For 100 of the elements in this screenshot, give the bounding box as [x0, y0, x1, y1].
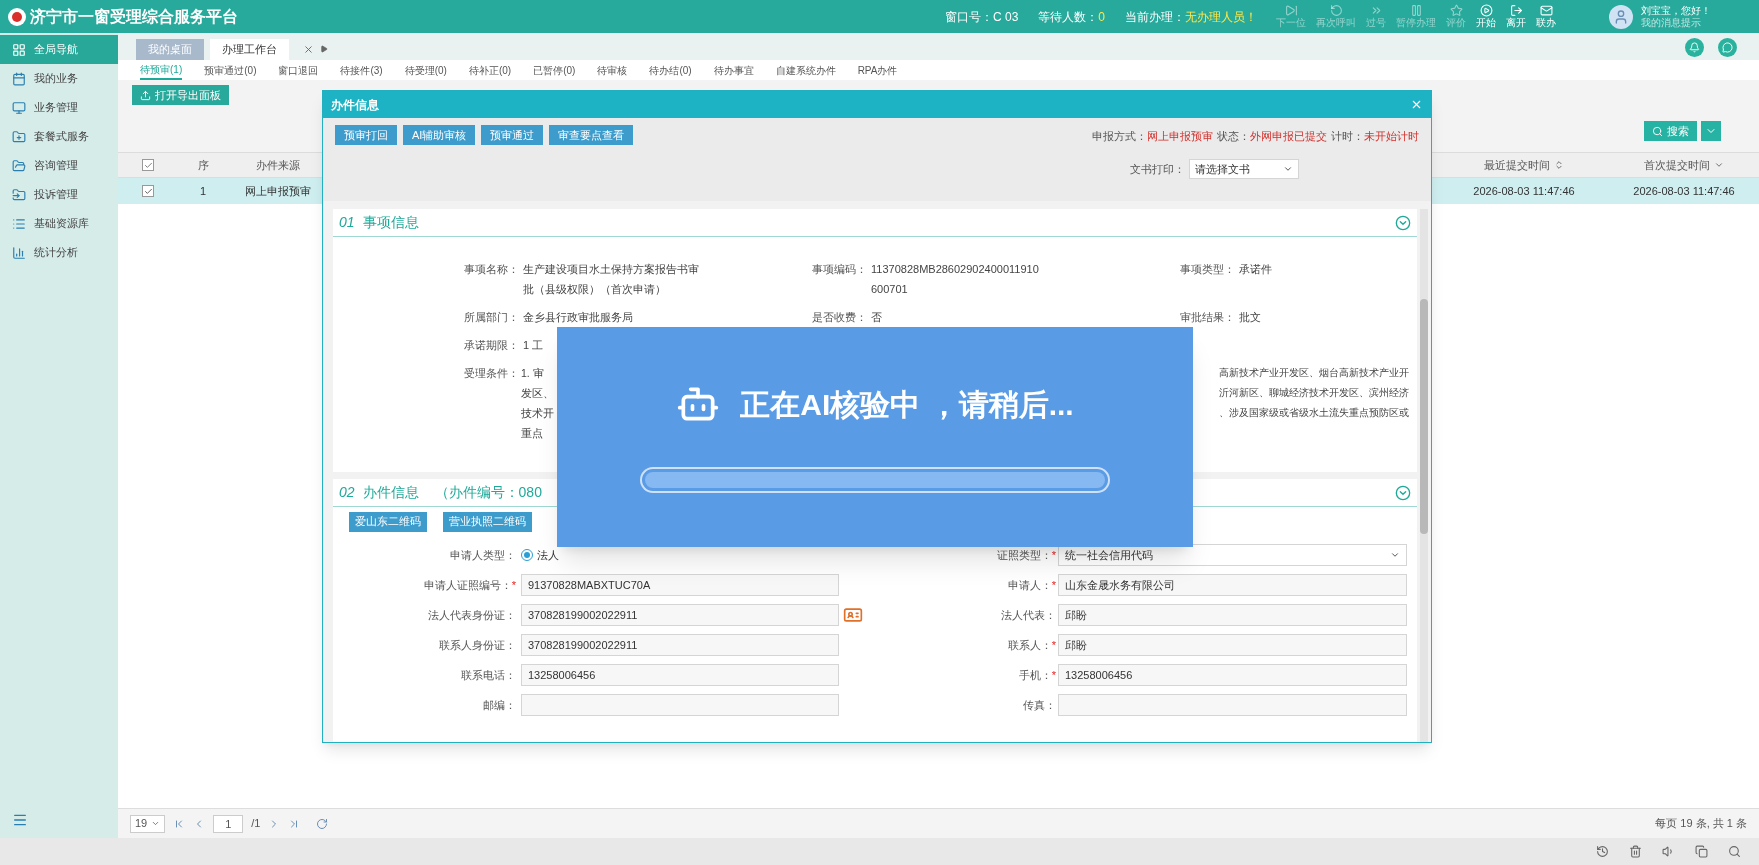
field-label: 事项类型： — [1179, 262, 1235, 277]
input-field[interactable]: 邱盼 — [1058, 634, 1407, 656]
history-icon[interactable] — [1596, 845, 1609, 858]
table-cell-text: 2026-08-03 11:47:46 — [1632, 183, 1736, 199]
trash-icon[interactable] — [1629, 845, 1642, 858]
sidebar-item[interactable]: 统计分析 — [0, 238, 118, 267]
input-field[interactable]: 370828199002022911 — [521, 634, 839, 656]
folder-icon — [12, 187, 26, 202]
field-label: 事项编码： — [811, 262, 867, 277]
field-label: 证照类型：* — [995, 547, 1056, 563]
field-label: 承诺期限： — [463, 338, 519, 353]
sub-tab[interactable]: 待审核 — [597, 60, 628, 80]
input-field[interactable]: 370828199002022911 — [521, 604, 839, 626]
rotate-icon — [1329, 4, 1343, 17]
field-label: 所属部门： — [463, 310, 519, 325]
dropdown-button[interactable] — [1701, 121, 1721, 141]
sub-tab[interactable]: 待办事宜 — [713, 60, 754, 80]
sidebar-item[interactable]: 基础资源库 — [0, 209, 118, 238]
print-label: 文书打印： — [1130, 161, 1185, 177]
condition-text: 、涉及国家级或省级水土流失重点预防区或 — [1219, 406, 1409, 420]
sub-tab[interactable]: 待受理(0) — [404, 60, 447, 80]
speaker-icon[interactable] — [1662, 845, 1675, 858]
document-select[interactable]: 请选择文书 — [1189, 159, 1299, 179]
field-label: 联系人身份证： — [438, 637, 516, 653]
sub-tab[interactable]: 窗口退回 — [278, 60, 319, 80]
select-field[interactable]: 统一社会信用代码 — [1058, 544, 1407, 566]
field-value: 金乡县行政审批服务局 — [523, 310, 634, 325]
column-header: 首次提交时间 — [1609, 156, 1759, 174]
sidebar-item[interactable]: 我的业务 — [0, 64, 118, 93]
app-title: 济宁市一窗受理综合服务平台 — [30, 6, 238, 27]
sub-tab[interactable]: 预审通过(0) — [204, 60, 257, 80]
tab[interactable]: 办理工作台 — [210, 39, 289, 60]
sub-tab[interactable]: 待补正(0) — [468, 60, 512, 80]
check-icon — [143, 160, 153, 170]
current-handling: 当前办理：无办理人员！ — [1125, 8, 1257, 26]
round-button[interactable] — [1685, 38, 1704, 57]
user-icon — [1613, 8, 1629, 25]
sub-tab[interactable]: 自建系统办件 — [775, 60, 836, 80]
field-label: 是否收费： — [811, 310, 867, 325]
condition-text: 高新技术产业开发区、烟台高新技术产业开 — [1219, 366, 1409, 380]
field-label: 法人代表身份证： — [427, 607, 516, 623]
arrow-icon[interactable] — [320, 45, 328, 53]
sort-icon[interactable] — [1714, 160, 1724, 170]
copy-icon[interactable] — [1695, 845, 1708, 858]
close-icon[interactable] — [1410, 98, 1423, 111]
collapse-icon[interactable] — [1395, 484, 1411, 501]
input-field[interactable] — [1058, 694, 1407, 716]
condition-text: 技术开 — [521, 406, 554, 421]
user-greeting: 刘宝宝，您好！ — [1641, 4, 1712, 17]
page-size-select[interactable]: 19 — [130, 814, 166, 833]
grid-icon — [12, 42, 26, 57]
input-field[interactable]: 山东金晟水务有限公司 — [1058, 574, 1407, 596]
field-label: 审批结果： — [1179, 310, 1235, 325]
sub-tab[interactable]: 已暂停(0) — [533, 60, 576, 80]
checkbox[interactable] — [142, 185, 154, 197]
input-field[interactable]: 邱盼 — [1058, 604, 1407, 626]
logo-icon — [8, 7, 26, 26]
input-field[interactable]: 13258006456 — [1058, 664, 1407, 686]
close-icon[interactable] — [303, 44, 314, 55]
sub-tab[interactable]: RPA办件 — [857, 60, 898, 80]
input-field[interactable]: 91370828MABXTUC70A — [521, 574, 839, 596]
sidebar-item[interactable]: 套餐式服务 — [0, 122, 118, 151]
condition-text: 沂河新区、聊城经济技术开发区、滨州经济 — [1219, 386, 1409, 400]
table-cell-text: 2026-08-03 11:47:46 — [1472, 183, 1576, 199]
sub-tab[interactable]: 待办结(0) — [649, 60, 692, 80]
input-field[interactable] — [521, 694, 839, 716]
bell-icon — [1689, 42, 1700, 53]
monitor-icon — [12, 100, 26, 115]
field-value: 承诺件 — [1239, 262, 1272, 277]
bar-chart-icon — [12, 245, 26, 260]
pause-icon — [1409, 4, 1423, 17]
field-label: 传真： — [1022, 697, 1056, 713]
refresh-icon[interactable] — [316, 817, 329, 830]
section-number: 01 — [339, 213, 355, 232]
input-field[interactable]: 13258006456 — [521, 664, 839, 686]
sidebar-item[interactable]: 咨询管理 — [0, 151, 118, 180]
check-icon — [143, 186, 153, 196]
sidebar-item[interactable]: 业务管理 — [0, 93, 118, 122]
id-card-icon[interactable] — [843, 605, 863, 625]
round-button[interactable] — [1718, 38, 1737, 57]
list-icon — [12, 216, 26, 231]
page-input[interactable]: 1 — [213, 814, 244, 833]
caret-icon — [151, 819, 161, 828]
menu-icon[interactable] — [12, 812, 28, 828]
star-icon — [1449, 4, 1463, 17]
radio-label: 法人 — [537, 547, 559, 563]
search-icon[interactable] — [1728, 845, 1741, 858]
status-text: 申报方式：网上申报预审 — [1092, 129, 1213, 144]
checkbox[interactable] — [142, 159, 154, 171]
sidebar-item[interactable]: 投诉管理 — [0, 180, 118, 209]
condition-text: 1. 审 — [521, 366, 544, 381]
column-header: 序 — [196, 157, 210, 173]
sort-icon[interactable] — [1554, 160, 1564, 170]
field-label: 联系人：* — [1006, 637, 1056, 653]
search-icon — [1652, 125, 1663, 137]
dialog-title: 办件信息 — [331, 96, 379, 114]
column-header: 最近提交时间 — [1439, 156, 1609, 174]
sub-tab[interactable]: 待接件(3) — [340, 60, 383, 80]
collapse-icon[interactable] — [1395, 214, 1411, 231]
folder-icon — [12, 129, 26, 144]
